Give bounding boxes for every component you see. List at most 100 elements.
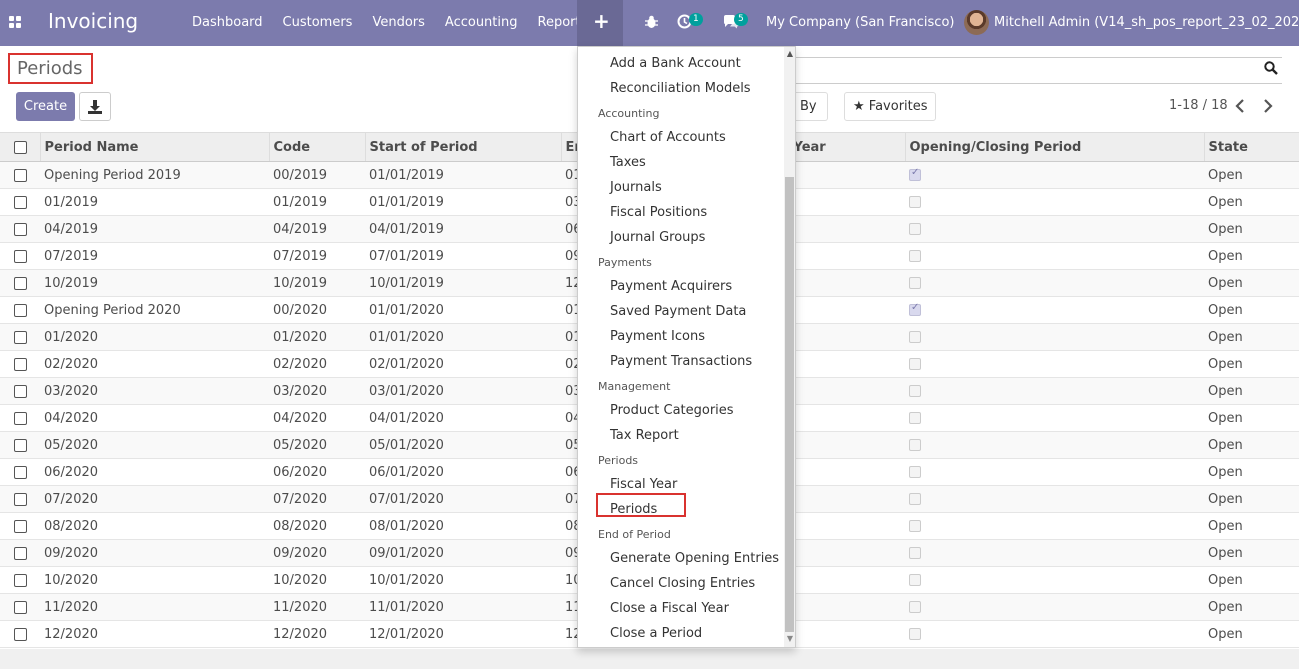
dropdown-item[interactable]: Close a Period	[610, 626, 702, 641]
breadcrumb-periods: Periods	[8, 53, 93, 84]
row-select-cell[interactable]	[0, 350, 40, 378]
row-select-cell[interactable]	[0, 485, 40, 513]
opening-closing-checkbox	[909, 302, 921, 316]
dropdown-item[interactable]: Add a Bank Account	[610, 56, 741, 71]
menu-dashboard[interactable]: Dashboard	[182, 0, 273, 46]
row-select-cell[interactable]	[0, 242, 40, 270]
row-select-cell[interactable]	[0, 593, 40, 621]
fiscal-year-cell	[789, 512, 905, 540]
row-checkbox[interactable]	[14, 195, 27, 209]
row-select-cell[interactable]	[0, 296, 40, 324]
row-select-cell[interactable]	[0, 404, 40, 432]
row-select-cell[interactable]	[0, 161, 40, 189]
row-checkbox[interactable]	[14, 600, 27, 614]
dropdown-item[interactable]: Payment Transactions	[610, 354, 752, 369]
row-select-cell[interactable]	[0, 377, 40, 405]
opening-closing-checkbox	[909, 493, 921, 505]
row-select-cell[interactable]	[0, 215, 40, 243]
dropdown-item[interactable]: Fiscal Year	[610, 477, 677, 492]
row-select-cell[interactable]	[0, 566, 40, 594]
menu-customers[interactable]: Customers	[273, 0, 363, 46]
row-select-cell[interactable]	[0, 269, 40, 297]
dropdown-item-periods[interactable]: Periods	[610, 502, 657, 517]
row-checkbox[interactable]	[14, 168, 27, 182]
create-button[interactable]: Create	[16, 92, 75, 121]
row-checkbox[interactable]	[14, 303, 27, 317]
row-checkbox[interactable]	[14, 411, 27, 425]
code-cell: 07/2019	[269, 242, 365, 270]
code-cell: 00/2019	[269, 161, 365, 189]
row-checkbox[interactable]	[14, 492, 27, 506]
row-select-cell[interactable]	[0, 512, 40, 540]
configuration-menu-button[interactable]: +	[577, 0, 623, 46]
row-checkbox[interactable]	[14, 627, 27, 641]
select-all-checkbox[interactable]	[14, 140, 27, 154]
scroll-down-arrow-icon[interactable]: ▼	[784, 634, 795, 643]
dropdown-item[interactable]: Journals	[610, 180, 662, 195]
menu-vendors[interactable]: Vendors	[362, 0, 434, 46]
row-checkbox[interactable]	[14, 573, 27, 587]
bug-icon[interactable]	[645, 15, 658, 29]
user-menu[interactable]: Mitchell Admin (V14_sh_pos_report_23_02_…	[994, 0, 1299, 45]
column-header-start-of-period[interactable]: Start of Period	[364, 132, 561, 162]
dropdown-item[interactable]: Saved Payment Data	[610, 304, 746, 319]
company-switcher[interactable]: My Company (San Francisco)	[766, 0, 954, 45]
code-cell: 09/2020	[269, 539, 365, 567]
column-header-period-name[interactable]: Period Name	[39, 132, 269, 162]
dropdown-item[interactable]: Payment Acquirers	[610, 279, 732, 294]
dropdown-item[interactable]: Journal Groups	[610, 230, 705, 245]
dropdown-item[interactable]: Reconciliation Models	[610, 81, 751, 96]
row-checkbox[interactable]	[14, 276, 27, 290]
row-select-cell[interactable]	[0, 323, 40, 351]
apps-menu-icon[interactable]	[9, 16, 22, 29]
column-header-opening-closing[interactable]: Opening/Closing Period	[904, 132, 1204, 162]
period-name-cell: 07/2019	[40, 242, 269, 270]
select-all-checkbox-cell[interactable]	[0, 132, 40, 162]
dropdown-item[interactable]: Payment Icons	[610, 329, 705, 344]
row-checkbox[interactable]	[14, 519, 27, 533]
period-name-cell: 11/2020	[40, 593, 269, 621]
dropdown-item[interactable]: Close a Fiscal Year	[610, 601, 729, 616]
row-checkbox[interactable]	[14, 384, 27, 398]
row-select-cell[interactable]	[0, 431, 40, 459]
start-of-period-cell: 05/01/2020	[365, 431, 561, 459]
app-brand[interactable]: Invoicing	[48, 9, 138, 33]
row-select-cell[interactable]	[0, 620, 40, 648]
row-checkbox[interactable]	[14, 465, 27, 479]
row-checkbox[interactable]	[14, 438, 27, 452]
fiscal-year-cell	[789, 350, 905, 378]
search-input[interactable]	[795, 57, 1282, 84]
export-button[interactable]	[79, 92, 111, 121]
dropdown-scroll-thumb[interactable]	[785, 177, 794, 632]
chevron-right-icon[interactable]	[1263, 99, 1273, 113]
column-header-state[interactable]: State	[1203, 132, 1299, 162]
row-checkbox[interactable]	[14, 330, 27, 344]
favorites-button[interactable]: ★ Favorites	[844, 92, 936, 121]
opening-closing-cell	[905, 431, 1204, 459]
dropdown-item[interactable]: Fiscal Positions	[610, 205, 707, 220]
start-of-period-cell: 02/01/2020	[365, 350, 561, 378]
dropdown-item[interactable]: Cancel Closing Entries	[610, 576, 755, 591]
row-select-cell[interactable]	[0, 539, 40, 567]
search-icon[interactable]	[1264, 61, 1278, 75]
row-select-cell[interactable]	[0, 188, 40, 216]
row-select-cell[interactable]	[0, 458, 40, 486]
dropdown-item[interactable]: Tax Report	[610, 428, 679, 443]
row-checkbox[interactable]	[14, 357, 27, 371]
menu-accounting[interactable]: Accounting	[435, 0, 528, 46]
row-checkbox[interactable]	[14, 249, 27, 263]
dropdown-item[interactable]: Generate Opening Entries	[610, 551, 779, 566]
column-header-fiscal-year[interactable]: Year	[788, 132, 905, 162]
row-checkbox[interactable]	[14, 222, 27, 236]
pager-value[interactable]: 1-18 / 18	[1169, 98, 1228, 113]
row-checkbox[interactable]	[14, 546, 27, 560]
dropdown-item[interactable]: Chart of Accounts	[610, 130, 726, 145]
dropdown-item[interactable]: Taxes	[610, 155, 646, 170]
chevron-left-icon[interactable]	[1235, 99, 1245, 113]
dropdown-item[interactable]: Product Categories	[610, 403, 734, 418]
code-cell: 12/2020	[269, 620, 365, 648]
period-name-cell: 03/2020	[40, 377, 269, 405]
user-avatar[interactable]	[964, 10, 989, 35]
column-header-code[interactable]: Code	[268, 132, 365, 162]
scroll-up-arrow-icon[interactable]: ▲	[784, 49, 795, 58]
